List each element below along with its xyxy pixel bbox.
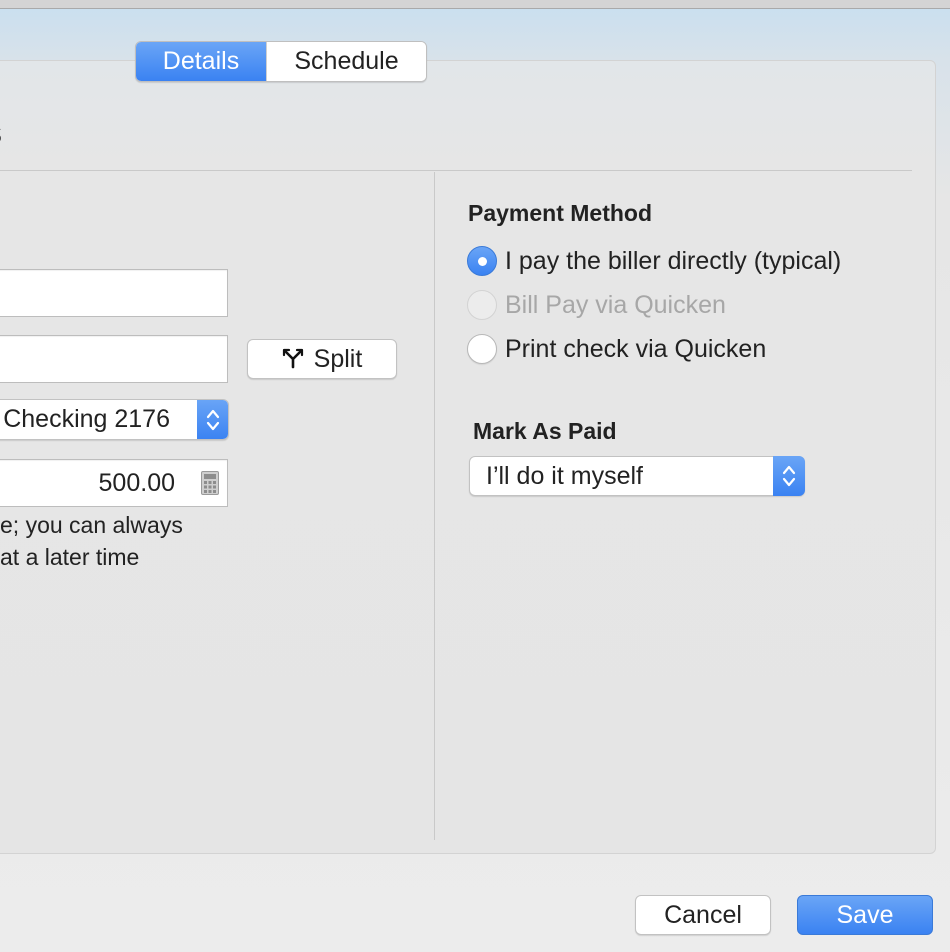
chevron-up-down-icon: [773, 456, 805, 496]
amount-field[interactable]: 500.00: [0, 459, 228, 507]
radio-print-check[interactable]: Print check via Quicken: [467, 334, 766, 364]
radio-selected-icon: [467, 246, 497, 276]
split-button[interactable]: Split: [247, 339, 397, 379]
payment-method-label: Payment Method: [468, 200, 653, 226]
amount-value: 500.00: [98, 468, 175, 497]
account-select[interactable]: Checking 2176: [0, 399, 229, 440]
split-icon: [282, 348, 303, 369]
radio-bill-pay-label: Bill Pay via Quicken: [505, 290, 726, 319]
category-field[interactable]: [0, 335, 228, 383]
radio-pay-directly[interactable]: I pay the biller directly (typical): [467, 246, 841, 276]
cancel-button[interactable]: Cancel: [635, 895, 771, 935]
header-divider: [0, 170, 912, 171]
column-divider: [434, 172, 435, 840]
radio-unselected-icon: [467, 334, 497, 364]
payee-field[interactable]: [0, 269, 228, 317]
section-heading: s: [0, 112, 2, 152]
calculator-icon[interactable]: [201, 471, 219, 495]
split-label: Split: [313, 344, 363, 373]
account-value: Checking 2176: [3, 405, 170, 433]
radio-print-check-label: Print check via Quicken: [505, 334, 767, 363]
tab-segmented-control: Details Schedule: [135, 41, 427, 82]
chevron-up-down-icon: [197, 400, 228, 439]
mark-as-paid-label: Mark As Paid: [473, 418, 617, 444]
tab-schedule[interactable]: Schedule: [266, 42, 426, 81]
radio-bill-pay: Bill Pay via Quicken: [467, 290, 726, 320]
window-titlebar-edge: [0, 0, 950, 9]
amount-note-line-2: at a later time: [0, 544, 140, 570]
mark-as-paid-select[interactable]: I’ll do it myself: [469, 456, 805, 496]
mark-as-paid-value: I’ll do it myself: [486, 462, 643, 490]
amount-note-line-1: e; you can always: [0, 512, 183, 538]
radio-disabled-icon: [467, 290, 497, 320]
radio-pay-directly-label: I pay the biller directly (typical): [505, 246, 842, 275]
tab-details[interactable]: Details: [136, 42, 266, 81]
save-button[interactable]: Save: [797, 895, 933, 935]
